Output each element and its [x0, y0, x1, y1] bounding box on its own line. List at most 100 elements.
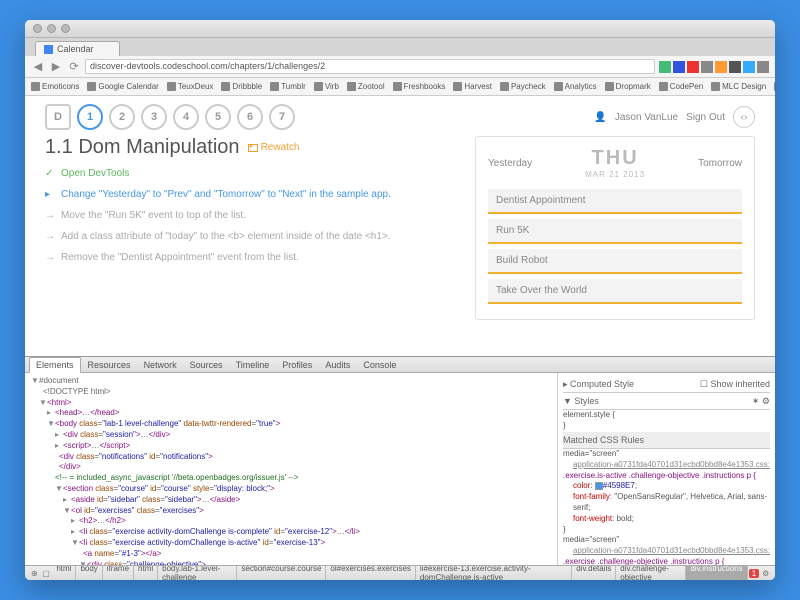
breadcrumb-item[interactable]: li#exercise-13.exercise.activity-domChal… [416, 565, 572, 580]
user-area: 👤 Jason VanLue Sign Out ‹› [594, 106, 755, 128]
breadcrumb-item[interactable]: div.instructions [686, 565, 747, 580]
calendar-event[interactable]: Run 5K [488, 219, 742, 244]
devtools-tab[interactable]: Audits [319, 358, 356, 372]
rewatch-link[interactable]: Rewatch [248, 142, 300, 153]
styles-pane[interactable]: ▸ Computed Style☐ Show inherited ▼ Style… [557, 373, 775, 565]
calendar-event[interactable]: Dentist Appointment [488, 189, 742, 214]
step-icon: → [45, 251, 55, 264]
ext-icon[interactable] [687, 61, 699, 73]
settings-icon[interactable]: ⚙ [760, 569, 771, 578]
console-icon[interactable]: ▢ [41, 569, 52, 578]
calendar-event[interactable]: Build Robot [488, 249, 742, 274]
extension-icons [659, 61, 769, 73]
lesson-pill[interactable]: 2 [109, 104, 135, 130]
lesson-pill[interactable]: 4 [173, 104, 199, 130]
reload-icon[interactable]: ⟳ [67, 60, 81, 74]
bookmark-item[interactable]: MLC Design [711, 82, 766, 91]
cal-current: THU MAR 21 2013 [585, 147, 645, 179]
devtools-tab[interactable]: Sources [184, 358, 229, 372]
devtools-tab[interactable]: Elements [29, 357, 81, 373]
bookmark-item[interactable]: Virb [314, 82, 339, 91]
ext-icon[interactable] [673, 61, 685, 73]
user-icon: 👤 [594, 112, 606, 123]
favicon-icon [44, 45, 53, 54]
bookmark-item[interactable]: Analytics [554, 82, 597, 91]
day-date: MAR 21 2013 [585, 170, 645, 179]
breadcrumb-item[interactable]: html [52, 565, 76, 580]
step-icon: → [45, 230, 55, 243]
lesson-title: 1.1 Dom Manipulation Rewatch [45, 136, 455, 159]
bookmark-item[interactable]: Dropmark [605, 82, 651, 91]
play-icon [248, 144, 258, 152]
inspect-icon[interactable]: ⊕ [29, 569, 40, 578]
bookmark-item[interactable]: Harvest [453, 82, 492, 91]
lesson-pill[interactable]: 3 [141, 104, 167, 130]
traffic-lights [33, 24, 70, 33]
devtools-tabs: ElementsResourcesNetworkSourcesTimelineP… [25, 357, 775, 373]
close-icon[interactable] [33, 24, 42, 33]
url-input[interactable]: discover-devtools.codeschool.com/chapter… [85, 59, 655, 74]
error-badge[interactable]: 1 [749, 569, 760, 578]
calendar-event[interactable]: Take Over the World [488, 279, 742, 304]
lesson-nav: D1234567 👤 Jason VanLue Sign Out ‹› [45, 104, 755, 130]
breadcrumb-item[interactable]: div.details [572, 565, 616, 580]
step-icon: ✓ [45, 167, 55, 180]
browser-tab[interactable]: Calendar [35, 41, 120, 56]
bookmark-item[interactable]: Zootool [347, 82, 385, 91]
ext-icon[interactable] [729, 61, 741, 73]
bookmark-item[interactable]: Freshbooks [393, 82, 446, 91]
cal-prev[interactable]: Yesterday [488, 158, 532, 169]
breadcrumb-item[interactable]: body [76, 565, 102, 580]
ext-icon[interactable] [659, 61, 671, 73]
bookmark-item[interactable]: CodePen [659, 82, 703, 91]
bookmark-item[interactable]: TeuxDeux [167, 82, 214, 91]
lesson-pill[interactable]: 1 [77, 104, 103, 130]
back-icon[interactable]: ◀ [31, 60, 45, 74]
zoom-icon[interactable] [61, 24, 70, 33]
breadcrumb-item[interactable]: div.challenge-objective [616, 565, 686, 580]
lesson-pill[interactable]: 5 [205, 104, 231, 130]
devtools-tab[interactable]: Timeline [230, 358, 276, 372]
devtools-tab[interactable]: Console [357, 358, 402, 372]
breadcrumb-item[interactable]: ol#exercises.exercises [326, 565, 415, 580]
breadcrumb-bar: ⊕ ▢ htmlbodyiframehtmlbody.lab-1.level-c… [25, 565, 775, 580]
tab-strip: Calendar [25, 38, 775, 56]
breadcrumb-item[interactable]: html [134, 565, 158, 580]
devtools-tab[interactable]: Network [138, 358, 183, 372]
lesson-pill[interactable]: 6 [237, 104, 263, 130]
lesson-area: D1234567 👤 Jason VanLue Sign Out ‹› 1.1 … [25, 96, 775, 356]
page-content: D1234567 👤 Jason VanLue Sign Out ‹› 1.1 … [25, 96, 775, 580]
step-icon: → [45, 209, 55, 222]
breadcrumb-item[interactable]: section#course.course [237, 565, 326, 580]
elements-tree[interactable]: ▼#document <!DOCTYPE html> ▼<html> ▸<hea… [25, 373, 557, 565]
ext-icon[interactable] [715, 61, 727, 73]
tab-title: Calendar [57, 44, 94, 54]
ext-icon[interactable] [743, 61, 755, 73]
ext-icon[interactable] [701, 61, 713, 73]
lesson-step: →Move the "Run 5K" event to top of the l… [45, 209, 455, 222]
bookmark-item[interactable]: Emoticons [31, 82, 79, 91]
lesson-pill[interactable]: 7 [269, 104, 295, 130]
devtools-panel: ElementsResourcesNetworkSourcesTimelineP… [25, 356, 775, 580]
bookmark-item[interactable]: Dribbble [221, 82, 262, 91]
bookmark-item[interactable]: Other Bookmarks [774, 82, 775, 91]
cal-next[interactable]: Tomorrow [698, 158, 742, 169]
lesson-pill[interactable]: D [45, 104, 71, 130]
breadcrumb-item[interactable]: iframe [103, 565, 134, 580]
lesson-step: →Add a class attribute of "today" to the… [45, 230, 455, 243]
nav-arrows-icon[interactable]: ‹› [733, 106, 755, 128]
breadcrumb-item[interactable]: body.lab-1.level-challenge [158, 565, 237, 580]
menu-icon[interactable] [757, 61, 769, 73]
bookmark-item[interactable]: Tumblr [270, 82, 306, 91]
minimize-icon[interactable] [47, 24, 56, 33]
lesson-step: ▸Change "Yesterday" to "Prev" and "Tomor… [45, 188, 455, 201]
forward-icon[interactable]: ▶ [49, 60, 63, 74]
bookmark-item[interactable]: Paycheck [500, 82, 546, 91]
devtools-tab[interactable]: Profiles [276, 358, 318, 372]
user-name[interactable]: Jason VanLue [615, 112, 678, 123]
devtools-tab[interactable]: Resources [82, 358, 137, 372]
step-icon: ▸ [45, 188, 55, 201]
bookmark-item[interactable]: Google Calendar [87, 82, 158, 91]
titlebar [25, 20, 775, 38]
sign-out-link[interactable]: Sign Out [686, 112, 725, 123]
